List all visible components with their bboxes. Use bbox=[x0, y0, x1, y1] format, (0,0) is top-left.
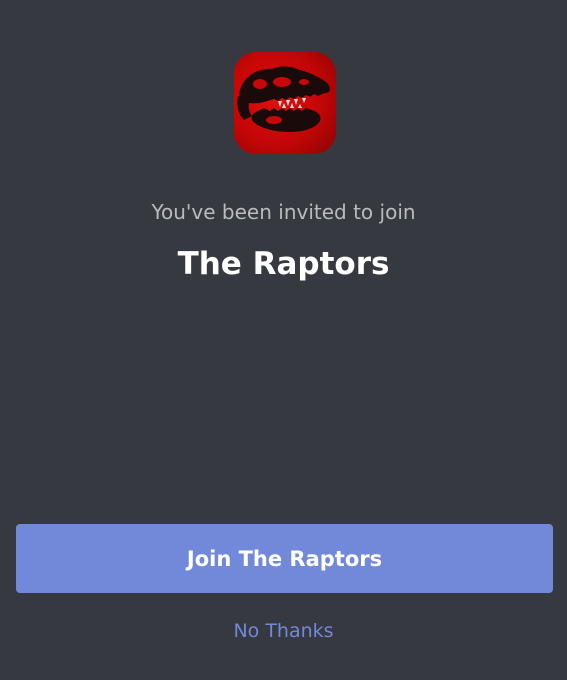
dinosaur-skull-icon bbox=[237, 66, 330, 132]
invited-text: You've been invited to join bbox=[151, 200, 416, 224]
server-name: The Raptors bbox=[177, 246, 390, 282]
server-icon bbox=[234, 52, 336, 154]
join-server-button[interactable]: Join The Raptors bbox=[16, 524, 553, 593]
no-thanks-link[interactable]: No Thanks bbox=[0, 620, 567, 642]
invite-modal: You've been invited to join The Raptors … bbox=[0, 0, 567, 680]
